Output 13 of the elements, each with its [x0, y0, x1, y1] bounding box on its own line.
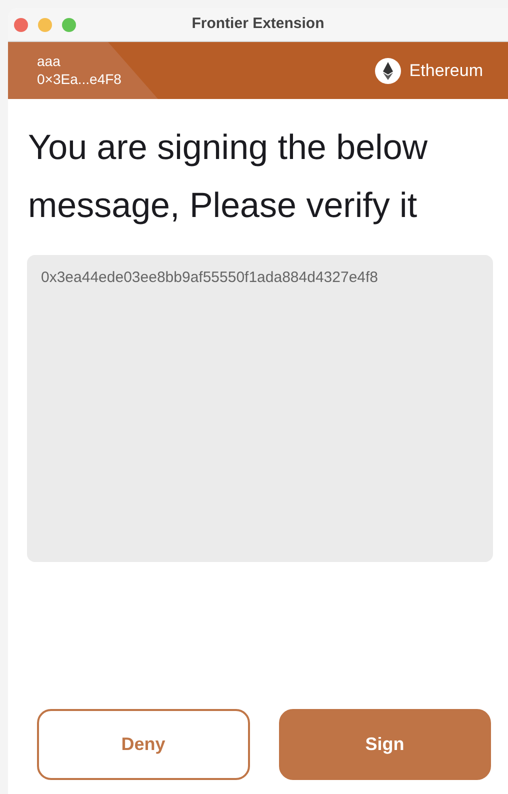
- sign-button[interactable]: Sign: [278, 709, 491, 780]
- account-address: 0×3Ea...e4F8: [37, 70, 122, 88]
- deny-button[interactable]: Deny: [37, 709, 250, 780]
- maximize-icon[interactable]: [62, 18, 76, 32]
- network-name[interactable]: Ethereum: [409, 58, 483, 84]
- account-name: aaa: [37, 52, 62, 70]
- minimize-icon[interactable]: [38, 18, 52, 32]
- window-title: Frontier Extension: [192, 15, 324, 32]
- account-panel[interactable]: aaa 0×3Ea...e4F8: [8, 42, 158, 99]
- close-icon[interactable]: [14, 18, 28, 32]
- message-text: 0x3ea44ede03ee8bb9af55550f1ada884d4327e4f8: [41, 269, 378, 286]
- heading: You are signing the below message, Please verify it: [27, 127, 429, 227]
- ethereum-icon: [375, 58, 402, 84]
